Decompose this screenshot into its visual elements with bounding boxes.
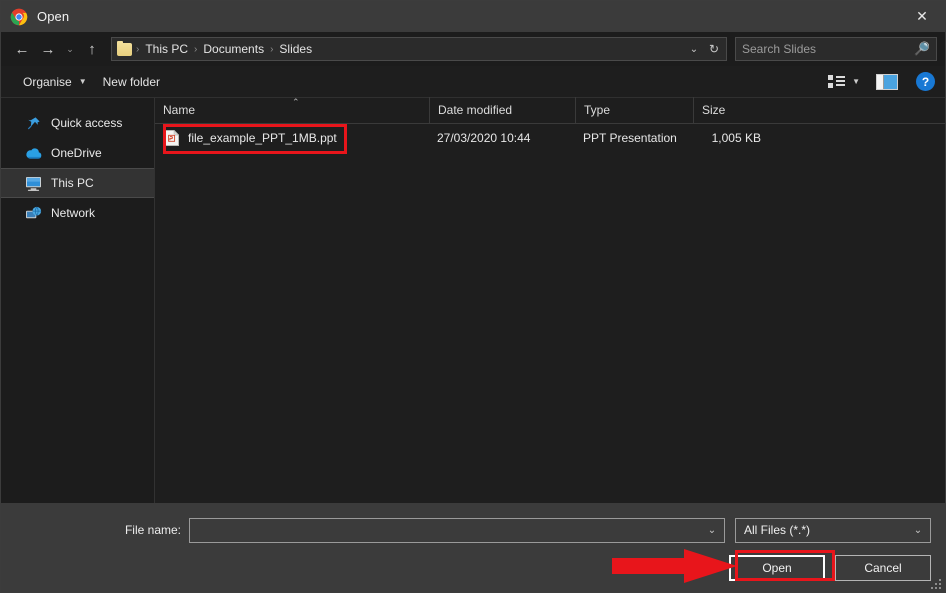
sidebar-item-quick-access[interactable]: Quick access [1, 108, 154, 138]
cell-date-modified: 27/03/2020 10:44 [437, 131, 531, 145]
help-button[interactable]: ? [916, 72, 935, 91]
column-header-row: Name ⌃ Date modified Type Size [155, 97, 945, 124]
cancel-button[interactable]: Cancel [835, 555, 931, 581]
open-button[interactable]: Open [729, 555, 825, 581]
sidebar-item-label: This PC [51, 176, 94, 190]
chevron-down-icon[interactable]: ⌄ [684, 38, 704, 60]
search-icon[interactable]: 🔍 [914, 41, 930, 57]
search-box[interactable]: 🔍 [735, 37, 937, 61]
navigation-sidebar: Quick access OneDrive This PC Network [1, 98, 155, 503]
column-header-type[interactable]: Type [575, 97, 693, 123]
chevron-down-icon[interactable]: ⌄ [702, 525, 722, 536]
sidebar-item-label: OneDrive [51, 146, 102, 160]
monitor-icon [25, 175, 42, 191]
preview-pane-icon [876, 73, 898, 90]
breadcrumb-separator-0: › [136, 43, 140, 55]
filename-label: File name: [124, 523, 181, 537]
forward-button[interactable]: → [35, 36, 61, 62]
dialog-body: Quick access OneDrive This PC Network Na… [1, 97, 945, 503]
cloud-icon [25, 145, 42, 161]
file-rows: file_example_PPT_1MB.ppt 27/03/2020 10:4… [155, 124, 945, 503]
breadcrumb[interactable]: › This PC › Documents › Slides ⌄ ↻ [111, 37, 727, 61]
powerpoint-file-icon [165, 129, 180, 146]
sort-ascending-icon: ⌃ [292, 97, 300, 107]
column-label: Type [584, 103, 611, 117]
open-file-dialog: Open ✕ ← → ⌄ ↑ › This PC › Documents › S… [0, 0, 946, 593]
file-list-pane: Name ⌃ Date modified Type Size file_exam… [155, 97, 945, 503]
breadcrumb-item-slides[interactable]: Slides [275, 40, 316, 58]
organise-label: Organise [23, 74, 72, 89]
organise-button[interactable]: Organise ▼ [15, 71, 95, 93]
file-name-text: file_example_PPT_1MB.ppt [188, 131, 337, 145]
address-bar: ← → ⌄ ↑ › This PC › Documents › Slides ⌄… [1, 32, 945, 66]
recent-locations-icon[interactable]: ⌄ [61, 36, 79, 62]
sidebar-item-network[interactable]: Network [1, 198, 154, 228]
column-label: Size [702, 103, 726, 117]
column-header-size[interactable]: Size [693, 97, 775, 123]
column-header-name[interactable]: Name ⌃ [155, 97, 429, 123]
command-toolbar: Organise ▼ New folder ▼ ? [1, 66, 945, 98]
sidebar-item-label: Network [51, 206, 96, 220]
column-label: Date modified [438, 103, 513, 117]
search-input[interactable] [742, 42, 914, 56]
filename-input[interactable] [196, 523, 702, 537]
filename-field[interactable]: ⌄ [189, 517, 725, 543]
chevron-down-icon: ⌄ [913, 524, 923, 536]
title-bar: Open ✕ [1, 1, 945, 32]
filename-row: File name: ⌄ All Files (*.*) ⌄ [1, 517, 931, 543]
cell-size: 1,005 KB [711, 131, 761, 145]
column-header-date-modified[interactable]: Date modified [429, 97, 575, 123]
star-pin-icon [25, 115, 42, 131]
chrome-icon [10, 8, 28, 26]
column-label: Name [163, 103, 196, 117]
new-folder-button[interactable]: New folder [95, 71, 168, 93]
up-button[interactable]: ↑ [79, 36, 105, 62]
breadcrumb-item-documents[interactable]: Documents [199, 40, 268, 58]
network-globe-icon [25, 205, 42, 221]
view-options-button[interactable]: ▼ [820, 71, 868, 92]
folder-icon [117, 40, 132, 56]
sidebar-item-this-pc[interactable]: This PC [1, 168, 154, 198]
dialog-footer: File name: ⌄ All Files (*.*) ⌄ Open Canc… [1, 503, 945, 592]
breadcrumb-separator-2: › [270, 43, 274, 55]
view-list-icon [828, 75, 846, 88]
resize-grip[interactable] [929, 577, 941, 589]
breadcrumb-item-this-pc[interactable]: This PC [141, 40, 192, 58]
window-title: Open [37, 9, 70, 24]
table-row[interactable]: file_example_PPT_1MB.ppt 27/03/2020 10:4… [155, 126, 945, 150]
dialog-buttons: Open Cancel [729, 555, 931, 581]
cell-type: PPT Presentation [583, 131, 677, 145]
chevron-down-icon: ▼ [78, 77, 87, 86]
preview-pane-button[interactable] [868, 70, 906, 94]
refresh-icon[interactable]: ↻ [704, 38, 724, 60]
close-icon[interactable]: ✕ [899, 1, 945, 32]
back-button[interactable]: ← [9, 36, 35, 62]
file-type-value: All Files (*.*) [744, 523, 811, 537]
sidebar-item-onedrive[interactable]: OneDrive [1, 138, 154, 168]
breadcrumb-separator-1: › [194, 43, 198, 55]
sidebar-item-label: Quick access [51, 116, 123, 130]
file-type-select[interactable]: All Files (*.*) ⌄ [735, 517, 931, 543]
cell-name: file_example_PPT_1MB.ppt [155, 126, 429, 150]
chevron-down-icon: ▼ [852, 77, 860, 86]
